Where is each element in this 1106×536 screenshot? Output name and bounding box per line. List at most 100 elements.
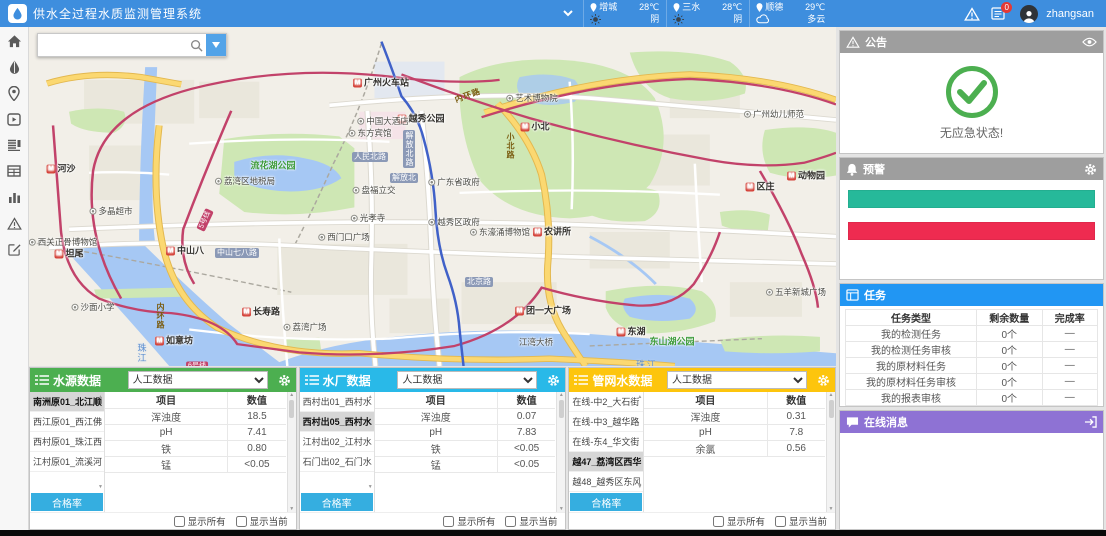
sidebar-item-water-source[interactable] [0,54,28,80]
parameter-row: 锰<0.05 [375,456,556,472]
station-list-item[interactable]: 江村出02_江村水 [300,432,374,452]
parameter-table: 项目数值浑浊度18.5pH7.41铁0.80锰<0.05 ▲▼ [105,392,296,512]
sidebar-item-news[interactable] [0,132,28,158]
station-list-item[interactable]: 越47_荔湾区西华 [569,452,643,472]
sidebar-item-report[interactable] [0,158,28,184]
station-list: 在线-中2_大石街在线-中3_越华路在线-东4_华文街越47_荔湾区西华越48_… [569,392,644,512]
gear-icon[interactable] [278,374,291,387]
tasks-table-body: 我的检测任务0个—我的检测任务审核0个—我的原材料任务0个—我的原材料任务审核0… [846,326,1098,406]
eye-icon[interactable] [1082,37,1097,47]
table-scrollbar[interactable]: ▲▼ [826,392,835,512]
show-all-checkbox[interactable]: 显示所有 [443,514,495,528]
parameter-row: pH7.83 [375,424,556,440]
panel-footer: 显示所有 显示当前 [300,512,566,529]
panel-title: 水厂数据 [323,372,371,389]
pipe-network-panel: 管网水数据 人工数据 在线-中2_大石街在线-中3_越华路在线-东4_华文街越4… [568,367,836,530]
bell-icon [846,163,858,176]
station-list-item[interactable]: 西村出01_西村水 [300,392,374,412]
bar-chart-icon [8,191,21,203]
parameter-row: 浑浊度0.07 [375,408,556,424]
tasks-col-remaining: 剩余数量 [977,310,1043,326]
map[interactable]: M广州火车站M越秀公园M小北M区庄M动物园M河沙M坦尾M中山八M农讲所M如意坊M… [29,27,836,366]
station-list-item[interactable]: 西村原01_珠江西 [30,432,104,452]
username[interactable]: zhangsan [1046,8,1094,20]
announcement-status-text: 无应急状态! [940,124,1003,141]
alert-bar-danger[interactable] [848,222,1095,240]
sidebar-item-statistics[interactable] [0,184,28,210]
station-list-item[interactable]: 西村出05_西村水 [300,412,374,432]
station-list: 西村出01_西村水西村出05_西村水江村出02_江村水石门出02_石门水 ▲▼ … [300,392,375,512]
sun-overcast-icon [590,14,639,26]
map-marker-icon [8,86,20,101]
task-row: 我的原材料任务0个— [846,358,1098,374]
messages-icon[interactable]: 0 [988,4,1008,24]
bottom-panels: 水源数据 人工数据 南洲原01_北江顺西江原01_西江佛西村原01_珠江西江村原… [29,367,836,530]
sidebar-item-map[interactable] [0,80,28,106]
show-current-checkbox[interactable]: 显示当前 [505,514,557,528]
alarm-warning-icon[interactable] [962,4,982,24]
tasks-col-rate: 完成率 [1042,310,1097,326]
list-bars-icon [574,375,588,386]
station-list-item[interactable]: 石门出02_石门水 [300,452,374,472]
station-list-item[interactable]: 在线-中2_大石街 [569,392,643,412]
station-list-item[interactable]: 江村原01_流溪河 [30,452,104,472]
pass-rate-button[interactable]: 合格率 [31,493,103,511]
show-all-checkbox[interactable]: 显示所有 [713,514,765,528]
monitor-play-icon [7,113,21,126]
gear-icon[interactable] [1084,163,1097,176]
list-bars-icon [305,375,319,386]
parameter-table: 项目数值浑浊度0.07pH7.83铁<0.05锰<0.05 ▲▼ [375,392,566,512]
station-list-item[interactable]: 西江原01_西江佛 [30,412,104,432]
station-list-item[interactable]: 南洲原01_北江顺 [30,392,104,412]
topbar: 供水全过程水质监测管理系统 增城 28℃ 阴 三水 28℃ 阴 顺德 29℃ [0,0,1106,27]
table-scrollbar[interactable]: ▲▼ [556,392,565,512]
bottom-strip [0,530,1106,536]
map-search-input[interactable] [38,34,186,56]
show-current-checkbox[interactable]: 显示当前 [775,514,827,528]
warning-triangle-icon [7,217,22,230]
sidebar-item-monitor[interactable] [0,106,28,132]
show-all-checkbox[interactable]: 显示所有 [174,514,226,528]
data-source-select[interactable]: 人工数据 [667,371,807,389]
gear-icon[interactable] [547,374,560,387]
station-list-item[interactable]: 越48_越秀区东风 [569,472,643,492]
caret-down-icon [212,42,220,48]
right-column: 公告 无应急状态! 预警 [836,27,1106,530]
panel-header: 水厂数据 人工数据 [300,368,566,392]
sidebar-item-home[interactable] [0,28,28,54]
tasks-col-type: 任务类型 [846,310,977,326]
messages-header: 在线消息 [840,411,1103,433]
list-bars-icon [35,375,49,386]
tasks-body: 任务类型 剩余数量 完成率 我的检测任务0个—我的检测任务审核0个—我的原材料任… [840,306,1103,406]
table-scrollbar[interactable]: ▲▼ [287,392,296,512]
station-list-item[interactable]: 在线-中3_越华路 [569,412,643,432]
parameter-row: 铁0.80 [105,440,286,456]
search-dropdown-button[interactable] [206,34,226,56]
tasks-title: 任务 [864,287,886,303]
water-source-panel: 水源数据 人工数据 南洲原01_北江顺西江原01_西江佛西村原01_珠江西江村原… [29,367,297,530]
alert-panel: 预警 [839,157,1104,280]
pass-rate-button[interactable]: 合格率 [301,493,373,511]
app-root: 供水全过程水质监测管理系统 增城 28℃ 阴 三水 28℃ 阴 顺德 29℃ [0,0,1106,536]
weather-cell: 三水 28℃ 阴 [666,0,749,27]
alert-bar-normal[interactable] [848,190,1095,208]
weather-collapse-button[interactable] [563,10,573,17]
sign-out-icon[interactable] [1084,416,1097,428]
show-current-checkbox[interactable]: 显示当前 [236,514,288,528]
task-row: 我的原材料任务审核0个— [846,374,1098,390]
alert-body [840,180,1103,279]
station-list-item[interactable]: 在线-东4_华文街 [569,432,643,452]
sun-overcast-icon [673,14,722,26]
water-plant-panel: 水厂数据 人工数据 西村出01_西村水西村出05_西村水江村出02_江村水石门出… [299,367,567,530]
weather-cell: 顺德 29℃ 多云 [749,0,832,27]
gear-icon[interactable] [817,374,830,387]
station-list: 南洲原01_北江顺西江原01_西江佛西村原01_珠江西江村原01_流溪河 ▲▼ … [30,392,105,512]
data-source-select[interactable]: 人工数据 [128,371,268,389]
pass-rate-button[interactable]: 合格率 [570,493,642,511]
location-pin-icon [756,3,763,12]
data-source-select[interactable]: 人工数据 [397,371,537,389]
sidebar-item-edit[interactable] [0,236,28,262]
panel-header: 水源数据 人工数据 [30,368,296,392]
sidebar-item-alarm[interactable] [0,210,28,236]
user-avatar[interactable] [1020,5,1038,23]
